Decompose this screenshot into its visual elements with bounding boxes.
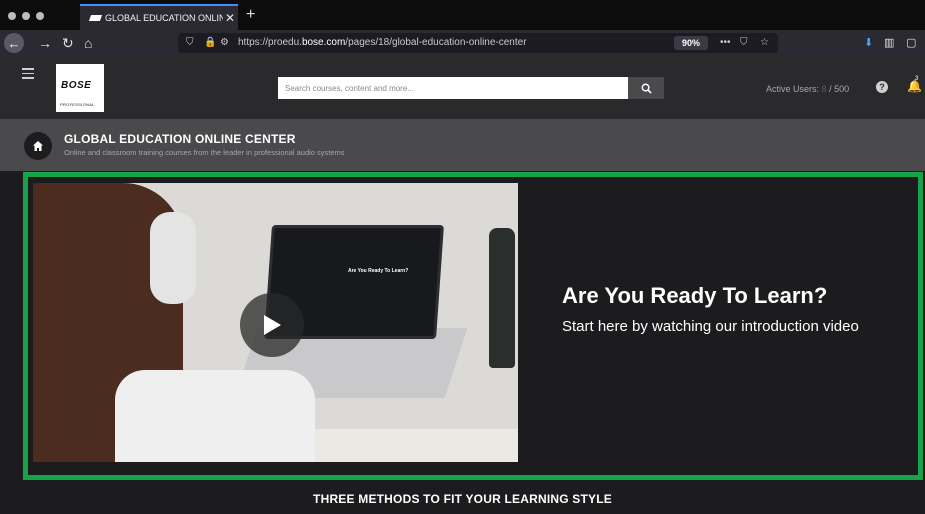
hero-subheading: Start here by watching our introduction … — [562, 318, 859, 335]
close-tab-icon[interactable]: ✕ — [225, 11, 235, 25]
back-arrow-icon[interactable]: ← — [4, 33, 24, 53]
browser-tab[interactable]: GLOBAL EDUCATION ONLINE C ✕ — [80, 4, 238, 30]
page-title-band: GLOBAL EDUCATION ONLINE CENTER Online an… — [0, 119, 925, 171]
tab-title: GLOBAL EDUCATION ONLINE C — [105, 13, 223, 23]
url-text[interactable]: https://proedu.bose.com/pages/18/global-… — [238, 37, 527, 48]
search-button[interactable] — [628, 77, 664, 99]
home-button[interactable] — [24, 132, 52, 160]
search-bar — [278, 77, 664, 99]
site-header: BOSE PROFESSIONAL Active Users: 8 / 500 … — [0, 56, 925, 119]
home-icon[interactable]: ⌂ — [84, 34, 92, 52]
search-input[interactable] — [278, 77, 628, 99]
pocket-icon[interactable]: ⛉ — [740, 37, 748, 48]
sidebar-icon[interactable]: ▢ — [906, 36, 916, 49]
reload-icon[interactable]: ↻ — [62, 34, 74, 52]
help-icon[interactable]: ? — [876, 81, 888, 93]
zoom-window-icon[interactable] — [36, 12, 44, 20]
address-bar[interactable]: ⛉ 🔒 ⚙ https://proedu.bose.com/pages/18/g… — [178, 33, 778, 53]
forward-arrow-icon[interactable]: → — [38, 34, 52, 52]
notification-badge: 3 — [915, 76, 919, 82]
bose-favicon-icon — [88, 15, 103, 21]
permissions-icon[interactable]: ⚙ — [220, 37, 229, 48]
download-icon[interactable]: ⬇ — [864, 36, 873, 49]
active-users-max: / 500 — [829, 84, 850, 94]
browser-tab-bar: GLOBAL EDUCATION ONLINE C ✕ + — [0, 0, 925, 30]
page-title: GLOBAL EDUCATION ONLINE CENTER — [64, 132, 296, 146]
lock-icon[interactable]: 🔒 — [204, 37, 216, 48]
home-icon — [33, 141, 43, 151]
active-users-count: 8 — [821, 84, 827, 94]
new-tab-icon[interactable]: + — [246, 6, 255, 24]
hero-heading: Are You Ready To Learn? — [562, 283, 828, 308]
logo-subtext: PROFESSIONAL — [60, 102, 95, 107]
minimize-window-icon[interactable] — [22, 12, 30, 20]
page-actions-icon[interactable]: ••• — [720, 37, 731, 48]
search-icon — [641, 83, 652, 94]
methods-heading: THREE METHODS TO FIT YOUR LEARNING STYLE — [313, 492, 612, 506]
logo-wordmark: BOSE — [61, 80, 92, 91]
shield-icon[interactable]: ⛉ — [186, 37, 194, 48]
close-window-icon[interactable] — [8, 12, 16, 20]
page-subtitle: Online and classroom training courses fr… — [64, 148, 345, 157]
menu-icon[interactable] — [22, 68, 34, 82]
browser-nav-bar: ← → ↻ ⌂ ⛉ 🔒 ⚙ https://proedu.bose.com/pa… — [0, 30, 925, 56]
library-icon[interactable]: ▥ — [884, 36, 894, 49]
zoom-badge[interactable]: 90% — [674, 36, 708, 50]
bookmark-star-icon[interactable]: ☆ — [760, 37, 769, 48]
active-users-label: Active Users: — [766, 84, 820, 94]
active-users: Active Users: 8 / 500 — [766, 84, 849, 94]
bose-logo[interactable]: BOSE PROFESSIONAL — [56, 64, 104, 112]
